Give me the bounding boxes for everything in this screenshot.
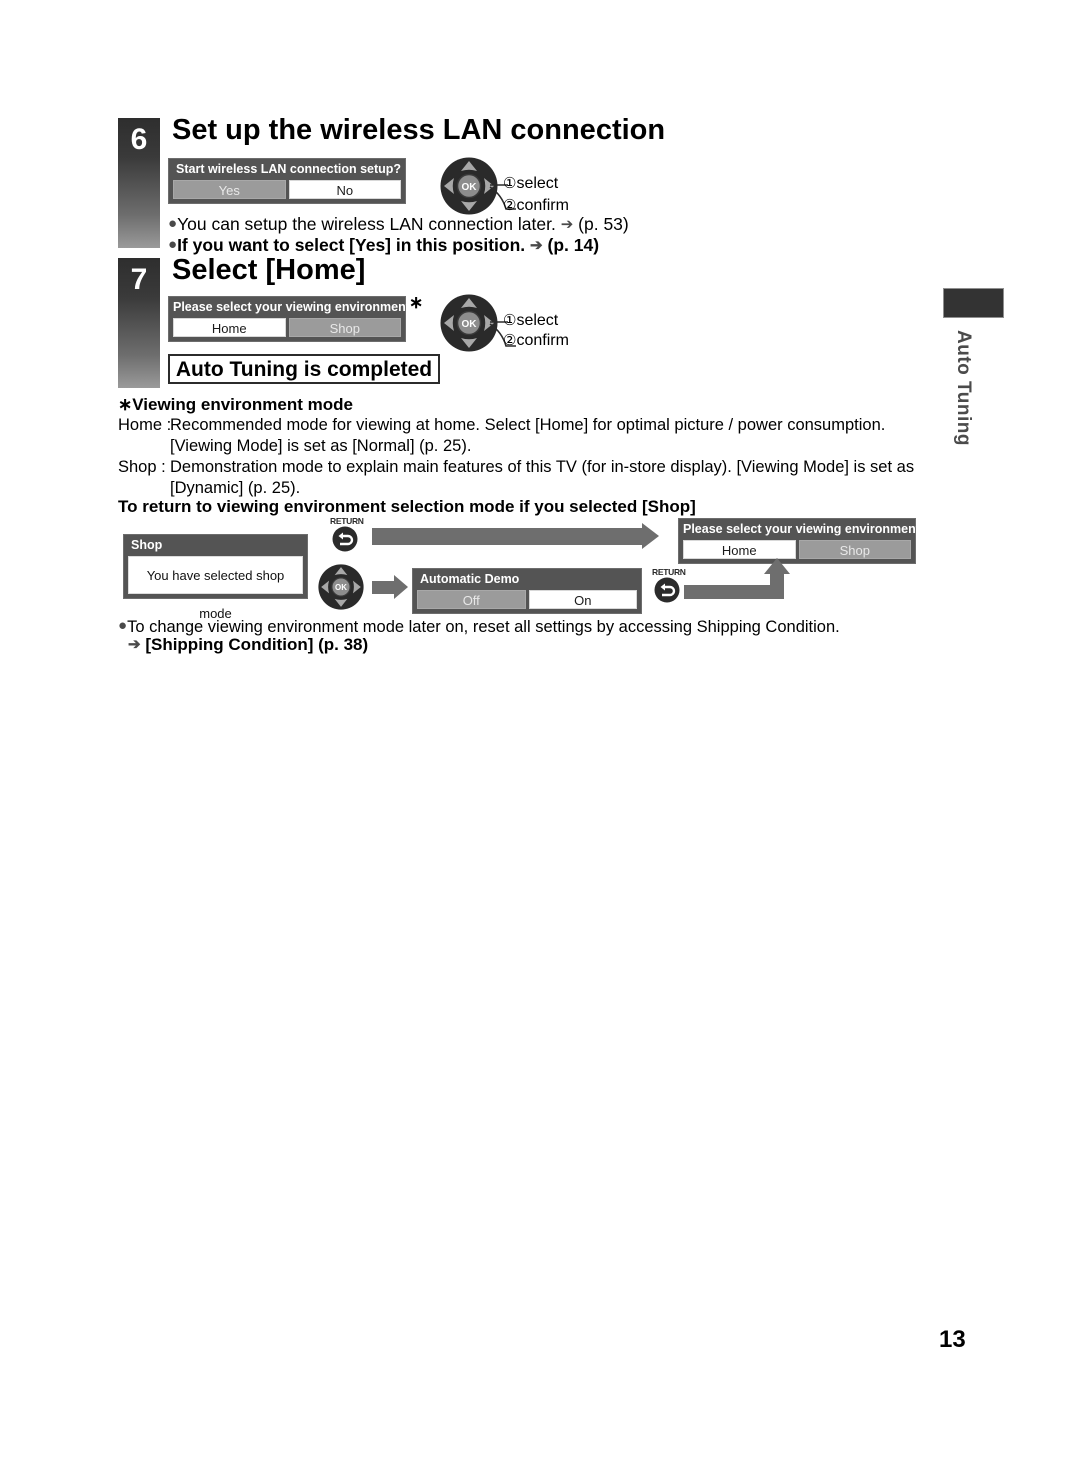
env-dialog-result: Please select your viewing environment. … bbox=[678, 518, 924, 564]
step6-note-1-ref: (p. 53) bbox=[578, 214, 629, 234]
select-text-step7: select bbox=[516, 312, 559, 329]
flow-arrow-lshape-horizontal bbox=[684, 585, 784, 599]
wireless-lan-dialog-buttons: Yes No bbox=[173, 180, 401, 199]
flow-arrow-short bbox=[372, 581, 394, 594]
wireless-lan-yes-button[interactable]: Yes bbox=[173, 180, 286, 199]
step6-note-2-text: If you want to select [Yes] in this posi… bbox=[177, 235, 526, 255]
step-7-title: Select [Home] bbox=[172, 254, 366, 286]
viewing-environment-shop-button[interactable]: Shop bbox=[288, 318, 401, 337]
footer-note-2: ➔ [Shipping Condition] (p. 38) bbox=[128, 634, 368, 657]
env-dialog-result-title: Please select your viewing environment. bbox=[683, 522, 924, 536]
side-tab-block bbox=[943, 288, 1004, 318]
side-tab-label: Auto Tuning bbox=[953, 330, 974, 446]
viewing-mode-row-shop-label: Shop : bbox=[118, 458, 166, 476]
dpad-select-label-step7: ①select bbox=[503, 311, 558, 331]
return-section-heading: To return to viewing environment selecti… bbox=[118, 497, 696, 516]
dpad-confirm-label-step7: ②confirm bbox=[503, 331, 569, 351]
return-arrow-glyph bbox=[332, 526, 358, 552]
viewing-environment-home-button[interactable]: Home bbox=[173, 318, 286, 337]
automatic-demo-dialog-buttons: Off On bbox=[417, 590, 637, 609]
page-number: 13 bbox=[939, 1326, 966, 1353]
footnote-marker: ∗ bbox=[409, 293, 424, 312]
flow-arrow-top bbox=[372, 528, 642, 545]
svg-text:OK: OK bbox=[462, 182, 478, 193]
arrow-right-icon: ➔ bbox=[128, 636, 141, 653]
return-caption-bottom: RETURN bbox=[652, 567, 686, 577]
manual-page: 6 Set up the wireless LAN connection Sta… bbox=[0, 0, 1080, 1464]
flow-arrow-short-head bbox=[394, 575, 408, 599]
bullet-dot: ● bbox=[168, 236, 178, 253]
step6-note-1-text: You can setup the wireless LAN connectio… bbox=[177, 214, 556, 234]
shop-mode-dialog-body: You have selected shop mode bbox=[128, 556, 303, 621]
flow-arrow-top-head bbox=[642, 523, 659, 549]
confirm-number-step7: ② bbox=[503, 332, 517, 349]
step-6-title: Set up the wireless LAN connection bbox=[172, 114, 666, 146]
viewing-mode-heading: ∗Viewing environment mode bbox=[118, 395, 353, 414]
automatic-demo-dialog: Automatic Demo Off On bbox=[412, 568, 642, 614]
footer-note-2-text: [Shipping Condition] (p. 38) bbox=[145, 635, 369, 654]
env-dialog-home-button[interactable]: Home bbox=[683, 540, 796, 559]
bullet-dot: ● bbox=[168, 215, 178, 232]
wireless-lan-no-button[interactable]: No bbox=[288, 180, 401, 199]
automatic-demo-off-button[interactable]: Off bbox=[417, 590, 526, 609]
wireless-lan-dialog: Start wireless LAN connection setup? Yes… bbox=[168, 158, 406, 204]
viewing-mode-row-shop-text: Demonstration mode to explain main featu… bbox=[170, 458, 915, 497]
step-7-number: 7 bbox=[130, 263, 148, 296]
arrow-right-icon: ➔ bbox=[560, 216, 574, 233]
svg-text:OK: OK bbox=[335, 583, 347, 592]
flow-arrow-lshape-vertical bbox=[770, 573, 784, 599]
return-arrow-glyph-bottom bbox=[654, 577, 680, 603]
env-dialog-shop-button[interactable]: Shop bbox=[798, 540, 911, 559]
return-caption-top: RETURN bbox=[330, 516, 364, 526]
shop-mode-dialog: Shop You have selected shop mode bbox=[123, 534, 308, 621]
confirm-text-step7: confirm bbox=[516, 332, 569, 349]
bullet-dot: ● bbox=[118, 617, 128, 634]
arrow-right-icon: ➔ bbox=[530, 237, 543, 254]
viewing-mode-row-home: Home : Recommended mode for viewing at h… bbox=[118, 415, 930, 457]
viewing-mode-row-home-label: Home : bbox=[118, 416, 172, 434]
viewing-environment-dialog-buttons: Home Shop bbox=[173, 318, 401, 337]
select-text-step6: select bbox=[516, 175, 559, 192]
return-button-icon-top: RETURN bbox=[330, 516, 364, 552]
dpad-select-label-step6: ①select bbox=[503, 174, 558, 194]
viewing-mode-row-home-text: Recommended mode for viewing at home. Se… bbox=[170, 416, 886, 455]
step6-note-2-ref: (p. 14) bbox=[547, 235, 600, 255]
svg-text:OK: OK bbox=[462, 319, 478, 330]
confirm-text-step6: confirm bbox=[516, 197, 569, 214]
confirm-number-step6: ② bbox=[503, 197, 517, 214]
viewing-mode-row-shop: Shop : Demonstration mode to explain mai… bbox=[118, 457, 930, 499]
dpad-icon-diagram: OK bbox=[318, 564, 364, 610]
return-button-icon-bottom: RETURN bbox=[652, 567, 686, 603]
select-number-step7: ① bbox=[503, 312, 517, 329]
viewing-environment-dialog-title: Please select your viewing environment. bbox=[173, 300, 414, 314]
env-dialog-result-buttons: Home Shop bbox=[683, 540, 911, 559]
auto-tuning-completed-box: Auto Tuning is completed bbox=[168, 354, 440, 384]
automatic-demo-on-button[interactable]: On bbox=[528, 590, 637, 609]
wireless-lan-dialog-title: Start wireless LAN connection setup? bbox=[176, 162, 402, 176]
step-6-number: 6 bbox=[130, 123, 148, 156]
viewing-environment-dialog: Please select your viewing environment. … bbox=[168, 296, 414, 342]
shop-mode-dialog-title: Shop bbox=[131, 538, 163, 552]
select-number-step6: ① bbox=[503, 175, 517, 192]
automatic-demo-dialog-title: Automatic Demo bbox=[420, 572, 520, 586]
flow-arrow-lshape-head bbox=[764, 558, 790, 574]
